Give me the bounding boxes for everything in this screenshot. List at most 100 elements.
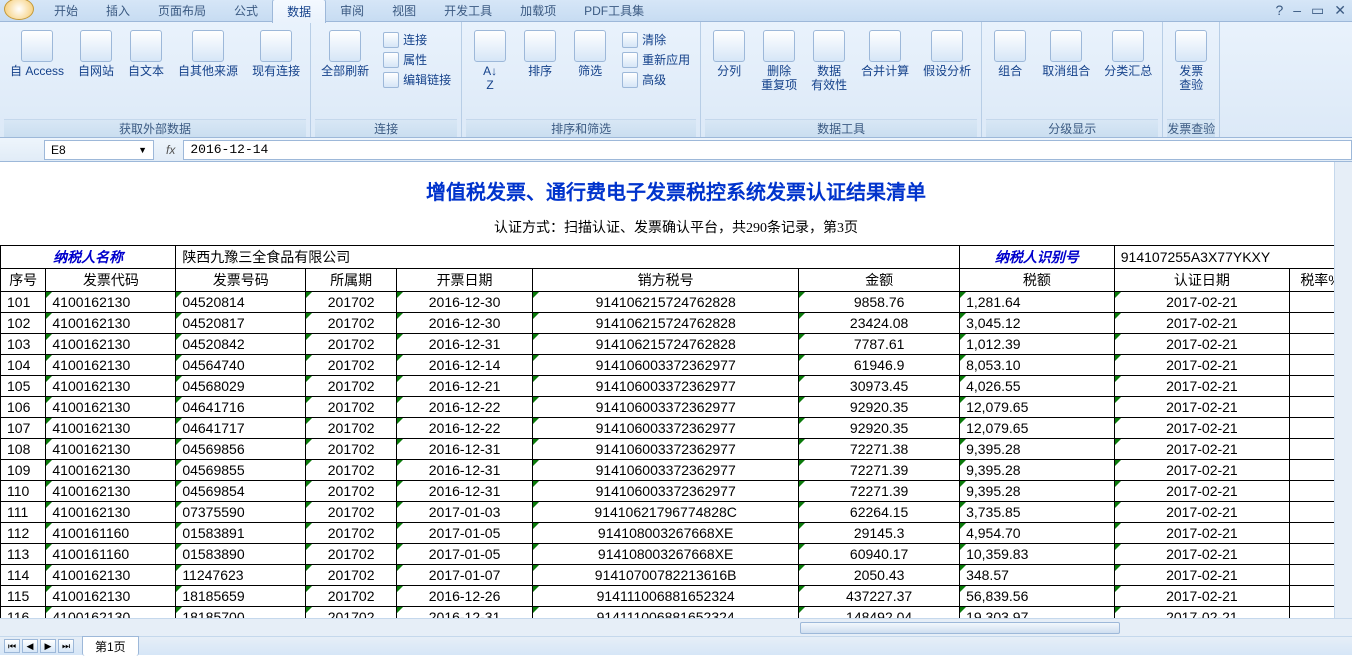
cell[interactable]: 9,395.28 [960,460,1115,481]
cell[interactable]: 1,281.64 [960,292,1115,313]
cell[interactable]: 201702 [306,334,397,355]
cell[interactable]: 72271.39 [799,481,960,502]
cell[interactable]: 2017-02-21 [1114,355,1289,376]
table-row[interactable]: 1064100162130046417162017022016-12-22914… [1,397,1352,418]
cell[interactable]: 2017-01-05 [397,523,533,544]
cell[interactable]: 91410700782213616B [533,565,799,586]
column-header[interactable]: 销方税号 [533,269,799,292]
column-header[interactable]: 金额 [799,269,960,292]
cell[interactable]: 4100162130 [46,334,176,355]
cell[interactable]: 2017-02-21 [1114,544,1289,565]
cell[interactable]: 201702 [306,439,397,460]
ribbon-现有连接[interactable]: 现有连接 [246,28,306,80]
cell[interactable]: 914108003267668XE [533,544,799,565]
info-cell[interactable]: 纳税人名称 [1,246,176,269]
cell[interactable]: 2017-02-21 [1114,565,1289,586]
cell[interactable]: 2016-12-31 [397,439,533,460]
ribbon-分列[interactable]: 分列 [705,28,753,80]
table-row[interactable]: 1014100162130045208142017022016-12-30914… [1,292,1352,313]
cell[interactable]: 201702 [306,586,397,607]
ribbon-高级[interactable]: 高级 [620,70,692,89]
ribbon-A↓Z[interactable]: A↓ Z [466,28,514,94]
cell[interactable]: 3,045.12 [960,313,1115,334]
ribbon-筛选[interactable]: 筛选 [566,28,614,80]
cell[interactable]: 201702 [306,544,397,565]
ribbon-组合[interactable]: 组合 [986,28,1034,80]
info-cell[interactable]: 914107255A3X77YKXY [1114,246,1351,269]
formula-input[interactable]: 2016-12-14 [183,140,1352,160]
ribbon-属性[interactable]: 属性 [381,50,453,69]
cell[interactable]: 201702 [306,565,397,586]
cell[interactable]: 04568029 [176,376,306,397]
ribbon-删除重复项[interactable]: 删除 重复项 [755,28,803,94]
cell[interactable]: 2016-12-30 [397,292,533,313]
cell[interactable]: 18185659 [176,586,306,607]
column-header[interactable]: 税额 [960,269,1115,292]
cell[interactable]: 4100162130 [46,376,176,397]
ribbon-自文本[interactable]: 自文本 [122,28,170,80]
cell[interactable]: 116 [1,607,46,619]
fx-label[interactable]: fx [166,143,175,157]
cell[interactable]: 2017-02-21 [1114,586,1289,607]
cell[interactable]: 201702 [306,460,397,481]
ribbon-编辑链接[interactable]: 编辑链接 [381,70,453,89]
table-row[interactable]: 1054100162130045680292017022016-12-21914… [1,376,1352,397]
column-header[interactable]: 发票代码 [46,269,176,292]
cell[interactable]: 04564740 [176,355,306,376]
column-header[interactable]: 发票号码 [176,269,306,292]
cell[interactable]: 04641716 [176,397,306,418]
cell[interactable]: 201702 [306,292,397,313]
cell[interactable]: 72271.39 [799,460,960,481]
table-row[interactable]: 1104100162130045698542017022016-12-31914… [1,481,1352,502]
cell[interactable]: 4100161160 [46,523,176,544]
cell[interactable]: 201702 [306,397,397,418]
cell[interactable]: 201702 [306,313,397,334]
cell[interactable]: 04569855 [176,460,306,481]
cell[interactable]: 12,079.65 [960,397,1115,418]
cell[interactable]: 4100162130 [46,439,176,460]
cell[interactable]: 914106003372362977 [533,376,799,397]
cell[interactable]: 1,012.39 [960,334,1115,355]
cell[interactable]: 2017-01-03 [397,502,533,523]
cell[interactable]: 2017-02-21 [1114,460,1289,481]
cell[interactable]: 29145.3 [799,523,960,544]
ribbon-全部刷新[interactable]: 全部刷新 [315,28,375,80]
cell[interactable]: 2017-02-21 [1114,397,1289,418]
tab-数据[interactable]: 数据 [272,0,326,23]
cell[interactable]: 2017-01-05 [397,544,533,565]
horizontal-scrollbar[interactable] [0,618,1352,636]
cell[interactable]: 4100162130 [46,481,176,502]
cell[interactable]: 914111006881652324 [533,607,799,619]
cell[interactable]: 106 [1,397,46,418]
ribbon-发票查验[interactable]: 发票 查验 [1167,28,1215,94]
cell[interactable]: 2016-12-31 [397,334,533,355]
table-row[interactable]: 1164100162130181857002017022016-12-31914… [1,607,1352,619]
cell[interactable]: 4100162130 [46,355,176,376]
cell[interactable]: 2016-12-21 [397,376,533,397]
cell[interactable]: 04569854 [176,481,306,502]
nav-prev[interactable]: ◀ [22,639,38,653]
nav-next[interactable]: ▶ [40,639,56,653]
cell[interactable]: 60940.17 [799,544,960,565]
cell[interactable]: 8,053.10 [960,355,1115,376]
ribbon-取消组合[interactable]: 取消组合 [1036,28,1096,80]
cell[interactable]: 30973.45 [799,376,960,397]
cell[interactable]: 2016-12-22 [397,418,533,439]
cell[interactable]: 114 [1,565,46,586]
cell[interactable]: 10,359.83 [960,544,1115,565]
cell[interactable]: 914106003372362977 [533,481,799,502]
ribbon-分类汇总[interactable]: 分类汇总 [1098,28,1158,80]
cell[interactable]: 4100162130 [46,418,176,439]
cell[interactable]: 348.57 [960,565,1115,586]
cell[interactable]: 19,303.97 [960,607,1115,619]
cell[interactable]: 914108003267668XE [533,523,799,544]
cell[interactable]: 18185700 [176,607,306,619]
cell[interactable]: 11247623 [176,565,306,586]
cell[interactable]: 62264.15 [799,502,960,523]
cell[interactable]: 201702 [306,607,397,619]
ribbon-数据有效性[interactable]: 数据 有效性 [805,28,853,94]
cell[interactable]: 437227.37 [799,586,960,607]
table-row[interactable]: 1074100162130046417172017022016-12-22914… [1,418,1352,439]
nav-last[interactable]: ⏭ [58,639,74,653]
cell[interactable]: 113 [1,544,46,565]
